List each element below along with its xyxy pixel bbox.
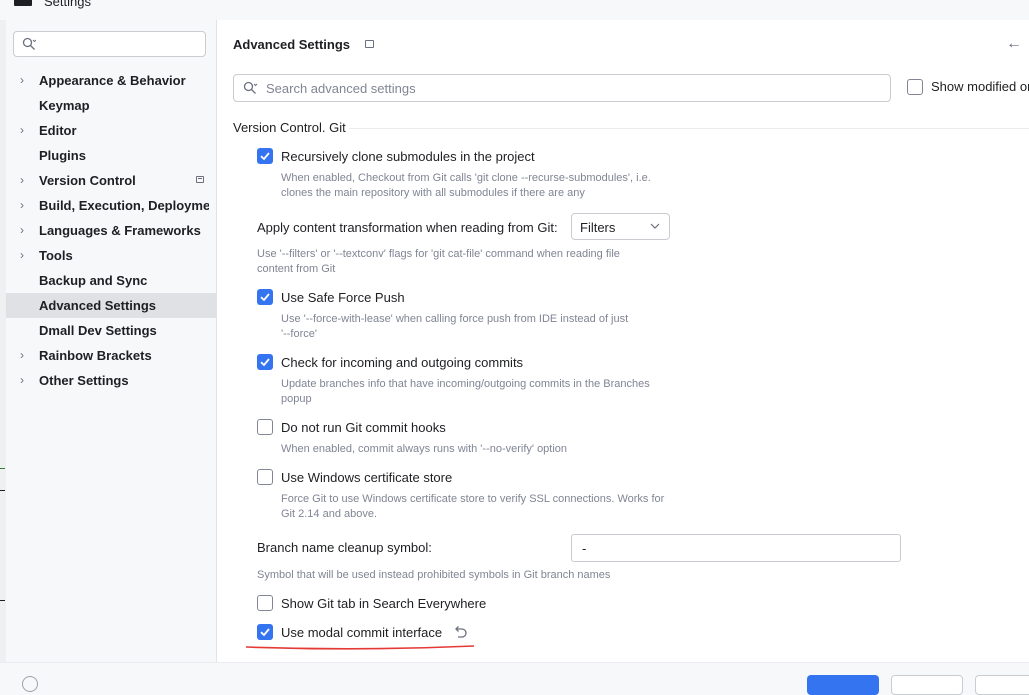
sidebar-item-other-settings[interactable]: › Other Settings	[6, 368, 216, 393]
checkmark-icon	[260, 152, 270, 161]
reset-to-default-icon[interactable]	[452, 624, 468, 640]
git-tab-search-everywhere-checkbox[interactable]	[257, 595, 273, 611]
sidebar-item-tools[interactable]: › Tools	[6, 243, 216, 268]
show-modified-label: Show modified only	[931, 79, 1029, 94]
ok-button[interactable]	[807, 675, 879, 695]
content-transform-dropdown[interactable]: Filters	[571, 213, 670, 240]
no-commit-hooks-label: Do not run Git commit hooks	[281, 420, 446, 435]
settings-sidebar: › Appearance & Behavior Keymap › Editor Pl…	[6, 20, 217, 662]
section-title: Version Control. Git	[233, 120, 346, 135]
sidebar-item-editor[interactable]: › Editor	[6, 118, 216, 143]
branch-cleanup-input[interactable]: -	[571, 534, 901, 562]
branch-cleanup-desc: Symbol that will be used instead prohibi…	[257, 569, 611, 581]
modal-commit-checkbox[interactable]	[257, 624, 273, 640]
check-commits-label: Check for incoming and outgoing commits	[281, 355, 524, 370]
apply-button[interactable]	[975, 675, 1029, 695]
chevron-right-icon: ›	[20, 123, 24, 137]
windows-cert-label: Use Windows certificate store	[281, 470, 453, 485]
section-divider	[349, 128, 1029, 129]
search-icon	[22, 37, 36, 50]
sidebar-item-rainbow-brackets[interactable]: › Rainbow Brackets	[6, 343, 216, 368]
sidebar-item-plugins[interactable]: Plugins	[6, 143, 216, 168]
sidebar-item-backup-sync[interactable]: Backup and Sync	[6, 268, 216, 293]
checkmark-icon	[260, 628, 270, 637]
git-tab-search-everywhere-label: Show Git tab in Search Everywhere	[281, 596, 487, 611]
branch-cleanup-label: Branch name cleanup symbol:	[257, 540, 432, 555]
project-level-icon	[196, 176, 204, 183]
sidebar-item-advanced-settings[interactable]: Advanced Settings	[6, 293, 216, 318]
chevron-right-icon: ›	[20, 73, 24, 87]
window-title: Settings	[44, 0, 91, 9]
sidebar-item-build-execution-deployment[interactable]: › Build, Execution, Deployment	[6, 193, 216, 218]
sidebar-item-keymap[interactable]: Keymap	[6, 93, 216, 118]
modal-commit-label: Use modal commit interface	[281, 625, 443, 640]
sidebar-item-languages-frameworks[interactable]: › Languages & Frameworks	[6, 218, 216, 243]
chevron-right-icon: ›	[20, 348, 24, 362]
checkmark-icon	[260, 358, 270, 367]
title-bar: Settings	[0, 0, 1029, 20]
safe-force-push-checkbox[interactable]	[257, 289, 273, 305]
recursive-clone-label: Recursively clone submodules in the proj…	[281, 149, 535, 164]
check-commits-checkbox[interactable]	[257, 354, 273, 370]
help-icon[interactable]	[22, 676, 38, 692]
chevron-down-icon	[650, 223, 660, 229]
content-transform-desc: Use '--filters' or '--textconv' flags fo…	[257, 248, 620, 275]
cancel-button[interactable]	[891, 675, 963, 695]
safe-force-push-label: Use Safe Force Push	[281, 290, 405, 305]
annotation-underline	[245, 645, 475, 650]
no-commit-hooks-desc: When enabled, commit always runs with '-…	[281, 443, 568, 455]
content-transform-label: Apply content transformation when readin…	[257, 220, 558, 235]
dialog-footer	[0, 662, 1029, 695]
sidebar-item-dmall-dev-settings[interactable]: Dmall Dev Settings	[6, 318, 216, 343]
recursive-clone-checkbox[interactable]	[257, 148, 273, 164]
sidebar-item-version-control[interactable]: › Version Control	[6, 168, 216, 193]
sidebar-item-appearance-behavior[interactable]: › Appearance & Behavior	[6, 68, 216, 93]
chevron-right-icon: ›	[20, 173, 24, 187]
chevron-right-icon: ›	[20, 248, 24, 262]
chevron-right-icon: ›	[20, 373, 24, 387]
recursive-clone-desc: When enabled, Checkout from Git calls 'g…	[281, 172, 651, 199]
app-icon	[14, 0, 32, 6]
search-icon	[243, 81, 258, 94]
page-title: Advanced Settings	[233, 37, 351, 52]
chevron-right-icon: ›	[20, 223, 24, 237]
no-commit-hooks-checkbox[interactable]	[257, 419, 273, 435]
sidebar-search-input[interactable]	[13, 31, 206, 57]
advanced-search-input[interactable]	[266, 79, 866, 97]
project-level-icon	[365, 40, 374, 48]
advanced-settings-panel: Advanced Settings ← Show modified only V…	[217, 20, 1029, 662]
checkmark-icon	[260, 293, 270, 302]
show-modified-checkbox[interactable]	[907, 79, 923, 95]
windows-cert-checkbox[interactable]	[257, 469, 273, 485]
check-commits-desc: Update branches info that have incoming/…	[281, 378, 650, 405]
chevron-right-icon: ›	[20, 198, 24, 212]
windows-cert-desc: Force Git to use Windows certificate sto…	[281, 493, 665, 520]
safe-force-push-desc: Use '--force-with-lease' when calling fo…	[281, 313, 629, 340]
advanced-search-field[interactable]	[233, 74, 891, 102]
back-arrow-icon[interactable]: ←	[1006, 35, 1022, 53]
